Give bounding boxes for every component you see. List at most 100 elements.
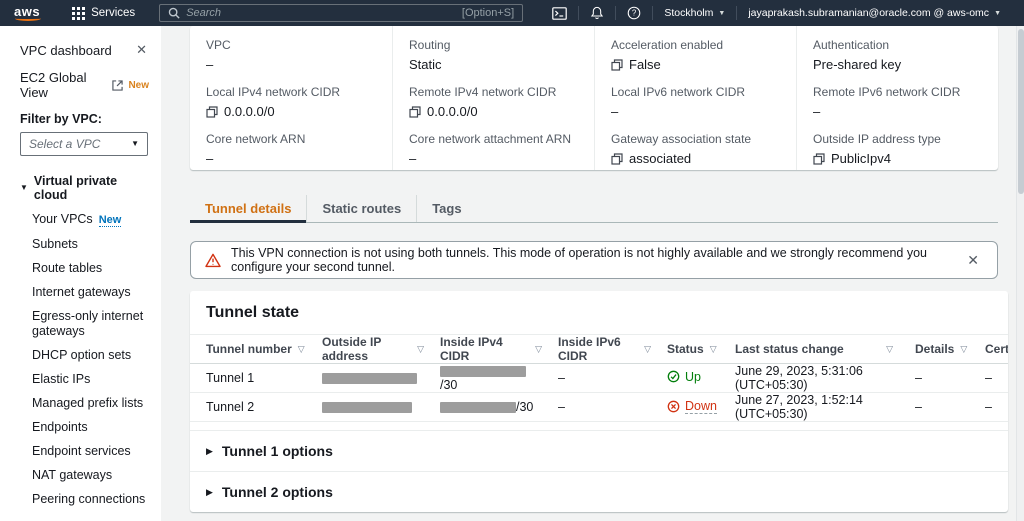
scrollbar-thumb[interactable]	[1018, 29, 1024, 194]
field-label: Acceleration enabled	[611, 38, 780, 52]
tab-static-routes[interactable]: Static routes	[306, 195, 416, 222]
inside-ipv4-cell: /30	[428, 364, 546, 393]
sort-icon[interactable]: ▽	[886, 345, 893, 354]
field-label: Remote IPv4 network CIDR	[409, 85, 578, 99]
field-value: –	[409, 151, 416, 166]
tunnel-state-title: Tunnel state	[190, 291, 1008, 334]
chevron-down-icon: ▼	[994, 10, 1001, 17]
check-circle-icon	[667, 370, 680, 383]
status-cell: Down	[655, 393, 723, 422]
close-icon[interactable]: ✕	[134, 42, 149, 58]
top-navigation: aws Services [Option+S]	[0, 0, 1024, 26]
inside-ipv6-cell: –	[546, 364, 655, 393]
tab-tunnel-details[interactable]: Tunnel details	[190, 195, 306, 222]
certificate-cell: –	[973, 364, 1008, 393]
details-cell: –	[903, 364, 973, 393]
column-header-certificate[interactable]: Certi	[973, 335, 1008, 364]
tunnel-state-panel: Tunnel state Tunnel number▽ Outside IP a…	[190, 291, 1008, 512]
status-badge: Down	[667, 399, 717, 414]
sort-icon[interactable]: ▽	[417, 345, 424, 354]
help-icon[interactable]: ?	[616, 0, 652, 26]
search-icon	[168, 7, 180, 19]
copy-icon[interactable]	[611, 153, 623, 165]
sidebar-item-endpoints[interactable]: Endpoints	[32, 420, 149, 435]
section-virtual-private-cloud[interactable]: ▼ Virtual private cloud	[20, 174, 149, 202]
field-value: False	[629, 57, 661, 72]
sidebar-item-your-vpcs[interactable]: Your VPCsNew	[32, 212, 149, 228]
field-value: –	[206, 151, 213, 166]
aws-logo[interactable]: aws	[10, 4, 44, 22]
field-value: 0.0.0.0/0	[427, 104, 478, 119]
sidebar-item-internet-gateways[interactable]: Internet gateways	[32, 285, 149, 300]
column-header-last-status-change[interactable]: Last status change▽	[723, 335, 903, 364]
sidebar-item-endpoint-services[interactable]: Endpoint services	[32, 444, 149, 459]
vertical-scrollbar[interactable]	[1016, 26, 1024, 521]
redacted-value	[322, 373, 417, 384]
details-cell: –	[903, 393, 973, 422]
close-icon[interactable]: ✕	[963, 252, 983, 269]
global-search[interactable]: [Option+S]	[159, 4, 523, 22]
inside-ipv4-cell: /30	[428, 393, 546, 422]
redacted-value	[440, 366, 526, 377]
column-header-details[interactable]: Details▽	[903, 335, 973, 364]
copy-icon[interactable]	[611, 59, 623, 71]
warning-message: This VPN connection is not using both tu…	[231, 246, 953, 274]
field-label: Core network ARN	[206, 132, 376, 146]
sidebar-item-egress-only-internet-gateways[interactable]: Egress-only internet gateways	[32, 309, 149, 339]
copy-icon[interactable]	[409, 106, 421, 118]
sidebar-item-route-tables[interactable]: Route tables	[32, 261, 149, 276]
tunnel-1-options-expander[interactable]: ▶ Tunnel 1 options	[190, 430, 1008, 471]
last-status-change-cell: June 27, 2023, 1:52:14 (UTC+05:30)	[723, 393, 903, 422]
cloudshell-icon[interactable]	[541, 0, 578, 26]
tunnel-state-table: Tunnel number▽ Outside IP address▽ Insid…	[190, 334, 1008, 422]
column-header-inside-ipv4[interactable]: Inside IPv4 CIDR▽	[428, 335, 546, 364]
last-status-change-cell: June 29, 2023, 5:31:06 (UTC+05:30)	[723, 364, 903, 393]
new-badge: New	[128, 80, 149, 91]
caret-right-icon: ▶	[206, 488, 213, 497]
field-value: PublicIpv4	[831, 151, 891, 166]
copy-icon[interactable]	[206, 106, 218, 118]
sidebar-item-subnets[interactable]: Subnets	[32, 237, 149, 252]
field-label: Local IPv4 network CIDR	[206, 85, 376, 99]
sidebar-item-ec2-global-view[interactable]: EC2 Global View New	[20, 70, 149, 100]
vpc-filter-select[interactable]: Select a VPC ▼	[20, 132, 148, 156]
field-label: Routing	[409, 38, 578, 52]
ec2-global-view-label: EC2 Global View	[20, 70, 107, 100]
sort-icon[interactable]: ▽	[298, 345, 305, 354]
copy-icon[interactable]	[813, 153, 825, 165]
tunnel-2-options-expander[interactable]: ▶ Tunnel 2 options	[190, 471, 1008, 512]
chevron-down-icon: ▼	[718, 10, 725, 17]
sort-icon[interactable]: ▽	[710, 345, 717, 354]
sort-icon[interactable]: ▽	[644, 345, 651, 354]
main-content: VPC – Local IPv4 network CIDR 0.0.0.0/0 …	[190, 26, 1008, 521]
single-tunnel-warning-banner: This VPN connection is not using both tu…	[190, 241, 998, 279]
table-row-tunnel-2: Tunnel 2 /30 – Down June 27, 2023, 1:52:…	[190, 393, 1008, 422]
tab-tags[interactable]: Tags	[416, 195, 476, 222]
sidebar-item-managed-prefix-lists[interactable]: Managed prefix lists	[32, 396, 149, 411]
table-row-tunnel-1: Tunnel 1 /30 – Up June 29, 2023, 5:31:06…	[190, 364, 1008, 393]
caret-down-icon: ▼	[20, 184, 28, 192]
sort-icon[interactable]: ▽	[535, 345, 542, 354]
account-menu[interactable]: jayaprakash.subramanian@oracle.com @ aws…	[737, 0, 1012, 26]
vpc-select-placeholder: Select a VPC	[29, 137, 100, 151]
column-header-status[interactable]: Status▽	[655, 335, 723, 364]
field-value: Pre-shared key	[813, 57, 901, 72]
sidebar-item-peering-connections[interactable]: Peering connections	[32, 492, 149, 507]
column-header-outside-ip[interactable]: Outside IP address▽	[310, 335, 428, 364]
field-label: Core network attachment ARN	[409, 132, 578, 146]
sidebar-item-nat-gateways[interactable]: NAT gateways	[32, 468, 149, 483]
region-label: Stockholm	[664, 7, 713, 19]
x-circle-icon	[667, 400, 680, 413]
column-header-tunnel-number[interactable]: Tunnel number▽	[190, 335, 310, 364]
notifications-bell-icon[interactable]	[579, 0, 615, 26]
dropdown-caret-icon: ▼	[131, 140, 139, 148]
sidebar-item-dhcp-option-sets[interactable]: DHCP option sets	[32, 348, 149, 363]
search-input[interactable]	[186, 7, 456, 19]
sidebar-item-vpc-dashboard[interactable]: VPC dashboard	[20, 43, 112, 58]
field-label: Gateway association state	[611, 132, 780, 146]
sort-icon[interactable]: ▽	[960, 345, 967, 354]
column-header-inside-ipv6[interactable]: Inside IPv6 CIDR▽	[546, 335, 655, 364]
sidebar-item-elastic-ips[interactable]: Elastic IPs	[32, 372, 149, 387]
services-menu[interactable]: Services	[62, 0, 145, 26]
region-selector[interactable]: Stockholm ▼	[653, 0, 736, 26]
